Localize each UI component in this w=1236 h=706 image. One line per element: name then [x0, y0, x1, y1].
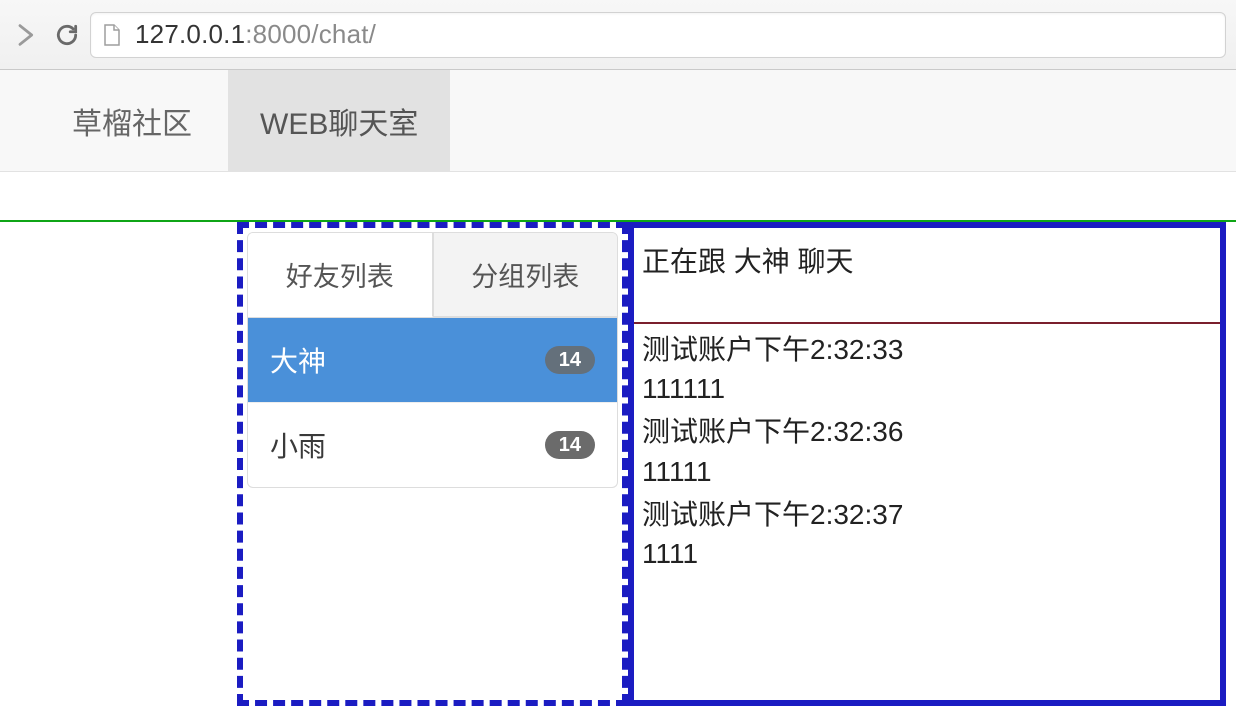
sidebar-tabs: 好友列表 分组列表	[247, 232, 618, 318]
address-bar[interactable]: 127.0.0.1:8000/chat/	[90, 12, 1226, 58]
message-body: 111111	[642, 369, 1212, 408]
page-icon	[103, 24, 121, 46]
message-meta: 测试账户下午2:32:37	[642, 495, 1212, 534]
unread-badge: 14	[545, 431, 595, 459]
tab-friends[interactable]: 好友列表	[248, 233, 433, 317]
chat-message: 测试账户下午2:32:33 111111	[642, 330, 1212, 408]
forward-icon[interactable]	[10, 18, 44, 52]
friend-list: 大神 14 小雨 14	[247, 318, 618, 488]
chat-pane: 正在跟 大神 聊天 测试账户下午2:32:33 111111 测试账户下午2:3…	[628, 222, 1226, 706]
chat-messages: 测试账户下午2:32:33 111111 测试账户下午2:32:36 11111…	[634, 324, 1220, 583]
message-meta: 测试账户下午2:32:36	[642, 412, 1212, 451]
main-layout: 好友列表 分组列表 大神 14 小雨 14 正在跟 大神 聊天	[237, 222, 1226, 706]
chat-header: 正在跟 大神 聊天	[634, 228, 1220, 324]
browser-toolbar: 127.0.0.1:8000/chat/	[0, 0, 1236, 70]
friend-item[interactable]: 小雨 14	[248, 403, 617, 487]
reload-icon[interactable]	[50, 18, 84, 52]
chat-message: 测试账户下午2:32:36 11111	[642, 412, 1212, 490]
chat-message: 测试账户下午2:32:37 1111	[642, 495, 1212, 573]
friend-item[interactable]: 大神 14	[248, 318, 617, 403]
brand-link[interactable]: 草榴社区	[40, 70, 228, 171]
unread-badge: 14	[545, 346, 595, 374]
message-body: 1111	[642, 534, 1212, 573]
friend-name: 大神	[270, 340, 326, 380]
url-host: 127.0.0.1	[135, 19, 245, 49]
url-text: 127.0.0.1:8000/chat/	[135, 19, 376, 50]
nav-active-item[interactable]: WEB聊天室	[228, 70, 450, 171]
page: 草榴社区 WEB聊天室 好友列表 分组列表 大神 14 小雨 14	[0, 70, 1236, 222]
message-meta: 测试账户下午2:32:33	[642, 330, 1212, 369]
top-navbar: 草榴社区 WEB聊天室	[0, 70, 1236, 172]
content-wrap: 好友列表 分组列表 大神 14 小雨 14 正在跟 大神 聊天	[0, 220, 1236, 222]
sidebar: 好友列表 分组列表 大神 14 小雨 14	[237, 222, 628, 706]
url-port-path: :8000/chat/	[245, 19, 376, 49]
message-body: 11111	[642, 452, 1212, 491]
tab-groups[interactable]: 分组列表	[433, 233, 618, 317]
friend-name: 小雨	[270, 425, 326, 465]
